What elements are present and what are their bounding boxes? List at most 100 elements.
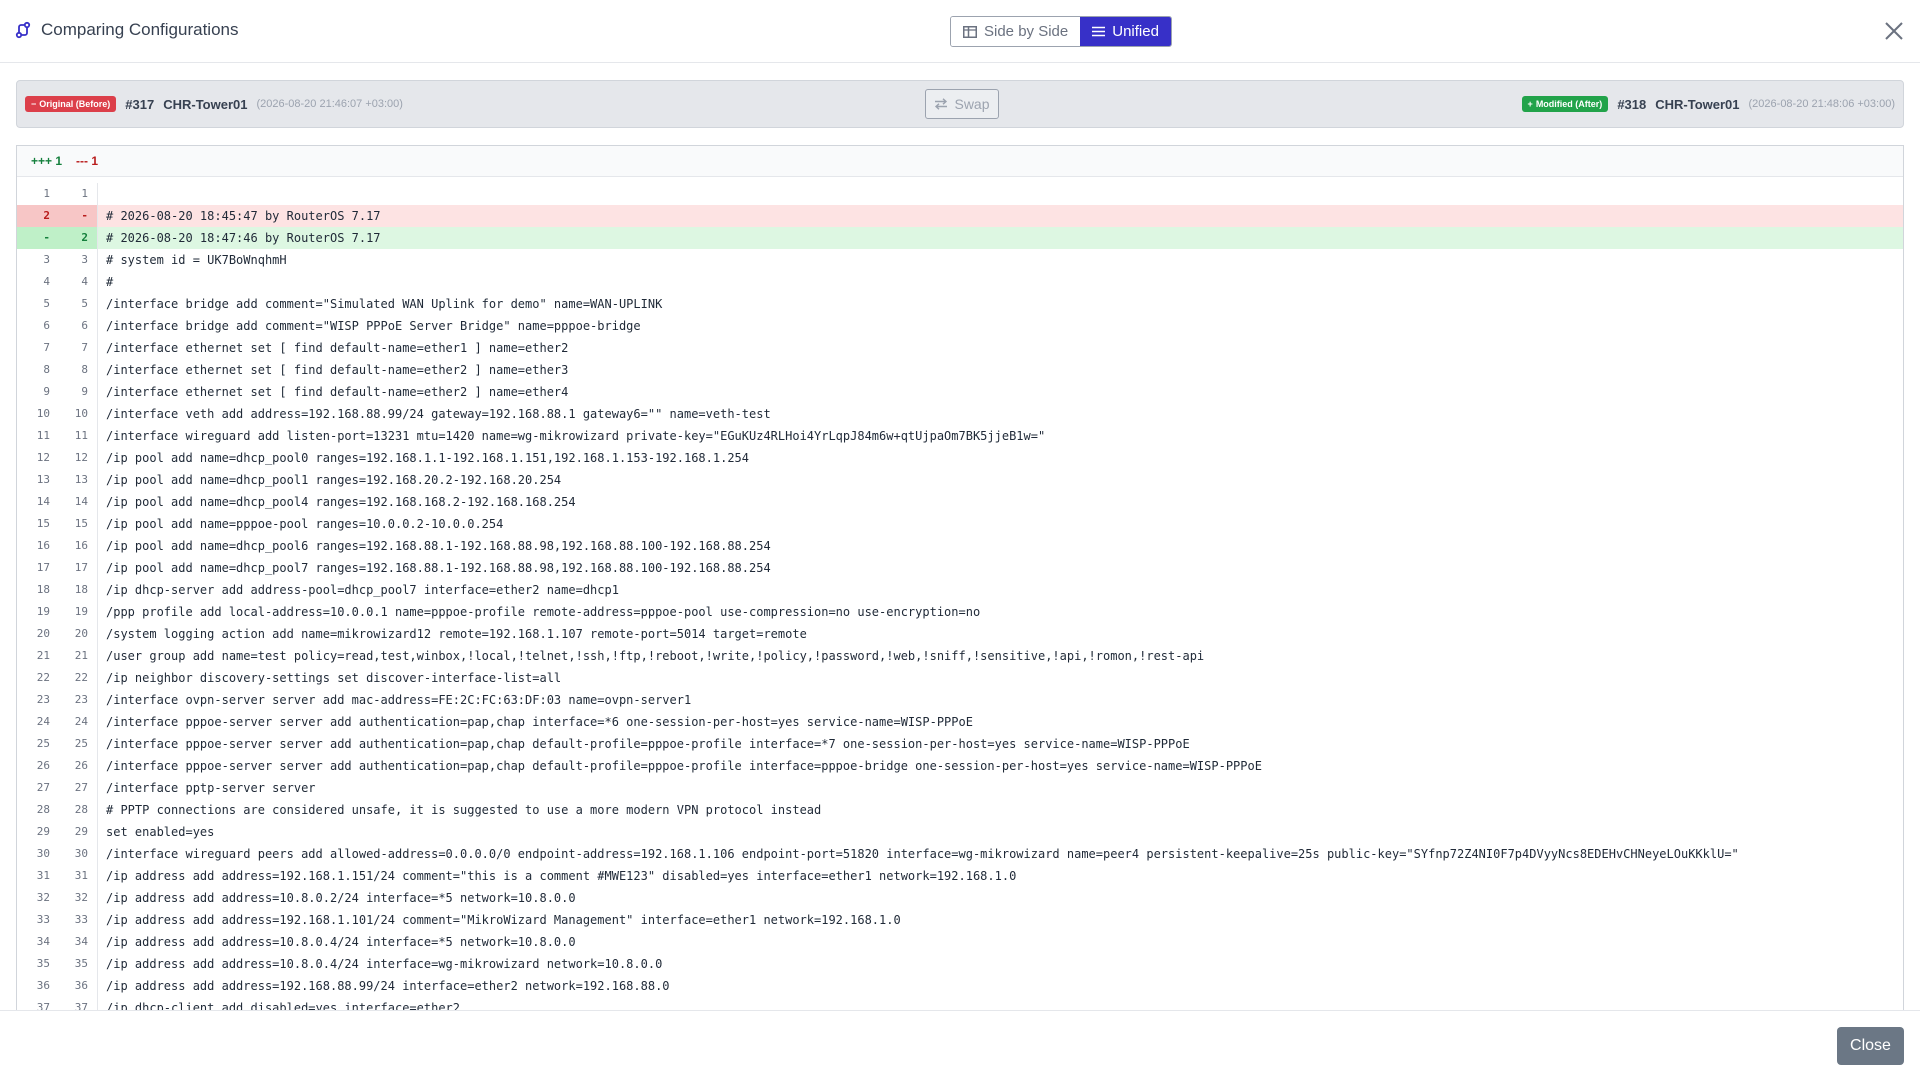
diff-line: 32 32/ip address add address=10.8.0.2/24 … [17, 887, 1903, 909]
line-content: /user group add name=test policy=read,te… [106, 649, 1205, 663]
deletions-count: --- 1 [76, 154, 99, 168]
line-content: /ip neighbor discovery-settings set disc… [106, 671, 562, 685]
diff-line: 31 31/ip address add address=192.168.1.15… [17, 865, 1903, 887]
close-button[interactable]: Close [1837, 1027, 1904, 1065]
diff-line: 11 11/interface wireguard add listen-port… [17, 425, 1903, 447]
new-line-number: 23 [58, 689, 98, 711]
new-line-number: 4 [58, 271, 98, 293]
diff-line: 14 14/ip pool add name=dhcp_pool4 ranges=… [17, 491, 1903, 513]
new-line-number: 15 [58, 513, 98, 535]
old-line-number: 8 [43, 363, 50, 376]
old-line-number: 9 [43, 385, 50, 398]
line-content: /interface bridge add comment="Simulated… [106, 297, 663, 311]
new-line-number: 14 [58, 491, 98, 513]
new-line-number: 19 [58, 601, 98, 623]
line-content: /interface wireguard add listen-port=132… [106, 429, 1046, 443]
old-line-number: 15 [36, 517, 50, 530]
new-line-number: 11 [58, 425, 98, 447]
diff-panel[interactable]: +++ 1 --- 1 1 1 2- # 2026-08-20 18:45:47 by… [16, 145, 1904, 1010]
diff-line: 26 26/interface pppoe-server server add a… [17, 755, 1903, 777]
old-line-number: 24 [36, 715, 50, 728]
new-line-number: 32 [58, 887, 98, 909]
plus-icon: + [1527, 99, 1533, 109]
old-line-number: 3 [43, 253, 50, 266]
old-line-number: 19 [36, 605, 50, 618]
diff-line: 27 27/interface pptp-server server [17, 777, 1903, 799]
old-line-number: 26 [36, 759, 50, 772]
swap-button[interactable]: Swap [925, 89, 999, 119]
new-line-number: 24 [58, 711, 98, 733]
diff-line: 15 15/ip pool add name=pppoe-pool ranges=… [17, 513, 1903, 535]
old-line-number: 2 [17, 205, 58, 227]
diff-line: 6 6/interface bridge add comment="WISP PP… [17, 315, 1903, 337]
unified-button[interactable]: Unified [1080, 17, 1171, 46]
line-content: # PPTP connections are considered unsafe… [106, 803, 822, 817]
additions-count: +++ 1 [31, 154, 63, 168]
diff-line: 29 29 set enabled=yes [17, 821, 1903, 843]
new-line-number: 25 [58, 733, 98, 755]
modified-badge: + Modified (After) [1521, 96, 1609, 112]
line-content [98, 183, 106, 205]
line-content: /interface bridge add comment="WISP PPPo… [106, 319, 641, 333]
new-line-number: 21 [58, 645, 98, 667]
side-by-side-button[interactable]: Side by Side [951, 17, 1081, 46]
new-line-number: 28 [58, 799, 98, 821]
line-content: /ip pool add name=dhcp_pool1 ranges=192.… [106, 473, 562, 487]
diff-line: 30 30/interface wireguard peers add allow… [17, 843, 1903, 865]
new-line-number: 26 [58, 755, 98, 777]
swap-icon [935, 98, 948, 110]
diff-line: 34 34/ip address add address=10.8.0.4/24 … [17, 931, 1903, 953]
old-line-number: 4 [43, 275, 50, 288]
original-revision-info: − Original (Before) #317 CHR-Tower01 (20… [25, 81, 403, 127]
diff-line: 9 9/interface ethernet set [ find default… [17, 381, 1903, 403]
line-content: /ip address add address=192.168.1.151/24… [106, 869, 1017, 883]
diff-line: 37 37/ip dhcp-client add disabled=yes int… [17, 997, 1903, 1010]
diff-line: 21 21/user group add name=test policy=rea… [17, 645, 1903, 667]
new-line-number: 17 [58, 557, 98, 579]
new-line-number: 18 [58, 579, 98, 601]
old-line-number: 14 [36, 495, 50, 508]
new-line-number: 30 [58, 843, 98, 865]
line-content: /ip pool add name=dhcp_pool4 ranges=192.… [106, 495, 576, 509]
original-badge-label: Original (Before) [39, 99, 111, 109]
line-content: /interface pptp-server server [106, 781, 316, 795]
old-line-number: 31 [36, 869, 50, 882]
new-line-number: - [58, 205, 98, 227]
line-content: /ppp profile add local-address=10.0.0.1 … [106, 605, 981, 619]
original-timestamp: (2026-08-20 21:46:07 +03:00) [256, 98, 403, 110]
new-line-number: 27 [58, 777, 98, 799]
new-line-number: 20 [58, 623, 98, 645]
old-line-number: 20 [36, 627, 50, 640]
line-content: /ip pool add name=pppoe-pool ranges=10.0… [106, 517, 504, 531]
dialog-footer: Close [0, 1010, 1920, 1080]
new-line-number: 1 [58, 183, 98, 205]
compare-arrows-icon [15, 21, 31, 39]
line-content: /ip dhcp-client add disabled=yes interfa… [106, 1001, 461, 1010]
title-group: Comparing Configurations [15, 20, 239, 40]
new-line-number: 12 [58, 447, 98, 469]
diff-line: 12 12/ip pool add name=dhcp_pool0 ranges=… [17, 447, 1903, 469]
old-line-number: 36 [36, 979, 50, 992]
new-line-number: 16 [58, 535, 98, 557]
diff-line: 19 19/ppp profile add local-address=10.0.… [17, 601, 1903, 623]
close-icon[interactable] [1884, 21, 1904, 41]
line-content: /ip pool add name=dhcp_pool6 ranges=192.… [106, 539, 771, 553]
new-line-number: 13 [58, 469, 98, 491]
new-line-number: 37 [58, 997, 98, 1010]
line-content: /interface pppoe-server server add authe… [106, 737, 1190, 751]
old-line-number: 35 [36, 957, 50, 970]
diff-line: 4 4 # [17, 271, 1903, 293]
modified-badge-label: Modified (After) [1535, 99, 1603, 109]
diff-line: 33 33/ip address add address=192.168.1.10… [17, 909, 1903, 931]
side-by-side-label: Side by Side [984, 23, 1069, 40]
dialog-header: Comparing Configurations Side by Side Un… [0, 0, 1920, 63]
old-line-number: 11 [36, 429, 50, 442]
line-content: /interface pppoe-server server add authe… [106, 759, 1262, 773]
line-content: # system id = UK7BoWnqhmH [106, 253, 287, 267]
old-line-number: 29 [36, 825, 50, 838]
old-line-number: 16 [36, 539, 50, 552]
diff-line: 3 3 # system id = UK7BoWnqhmH [17, 249, 1903, 271]
new-line-number: 34 [58, 931, 98, 953]
line-content: /interface ovpn-server server add mac-ad… [106, 693, 692, 707]
diff-line: 16 16/ip pool add name=dhcp_pool6 ranges=… [17, 535, 1903, 557]
